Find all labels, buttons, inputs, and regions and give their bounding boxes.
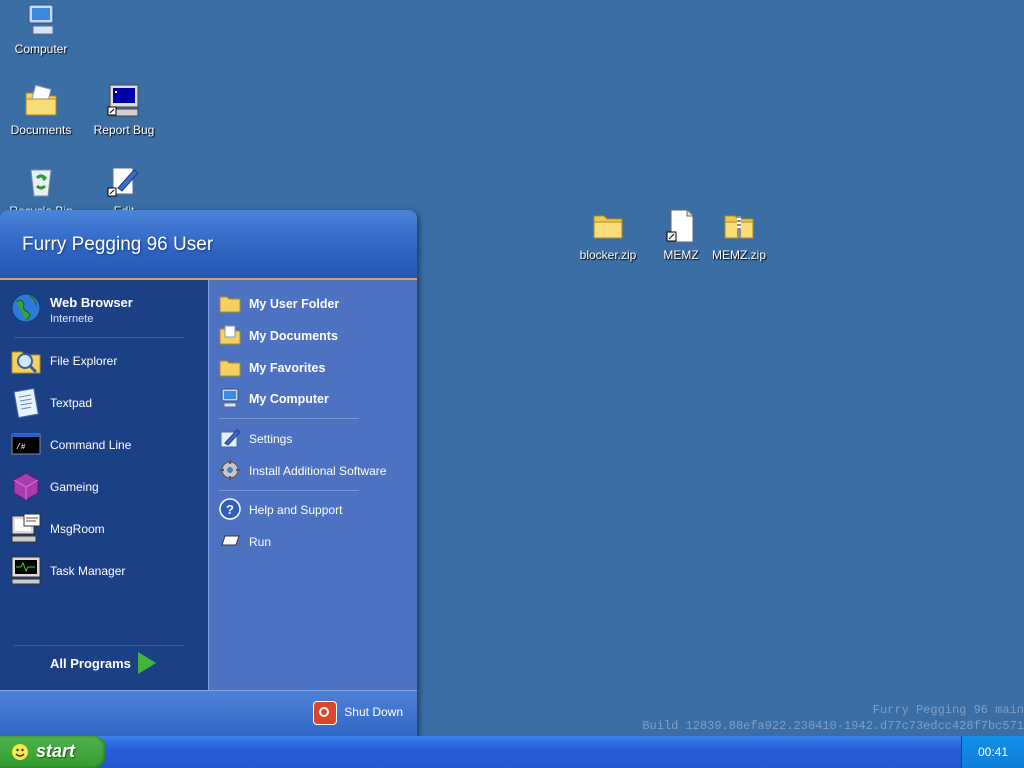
menu-item-task-manager[interactable]: Task Manager <box>10 554 200 590</box>
menu-item-my-computer[interactable]: My Computer <box>219 387 409 411</box>
system-tray-clock[interactable]: 00:41 <box>961 736 1024 768</box>
menu-item-label: File Explorer <box>50 354 118 368</box>
arrow-right-icon <box>138 652 156 674</box>
desktop-icon-label: Report Bug <box>93 123 155 137</box>
desktop-icon-label: Documents <box>10 123 72 137</box>
folder-icon <box>219 292 241 314</box>
globe-icon <box>10 292 42 324</box>
menu-item-my-favorites[interactable]: My Favorites <box>219 356 409 380</box>
all-programs-label: All Programs <box>50 656 131 671</box>
settings-icon <box>219 427 241 449</box>
build-watermark: Furry Pegging 96 main Build 12839.88efa9… <box>642 702 1024 734</box>
file-explorer-icon <box>10 344 42 376</box>
menu-item-run[interactable]: Run <box>219 530 409 554</box>
chat-computer-icon <box>10 512 42 544</box>
edit-icon <box>106 164 142 200</box>
start-label: start <box>36 741 76 761</box>
menu-item-label: My Documents <box>249 329 338 343</box>
menu-item-label: Install Additional Software <box>249 464 387 478</box>
desktop-icon-label: blocker.zip <box>579 248 637 262</box>
menu-item-label: Run <box>249 535 272 549</box>
shutdown-label: Shut Down <box>344 705 403 720</box>
separator <box>14 337 184 338</box>
power-icon <box>312 701 337 725</box>
separator <box>14 645 184 646</box>
svg-text:?: ? <box>226 502 234 517</box>
menu-item-install-software[interactable]: Install Additional Software <box>219 459 409 483</box>
start-menu-footer: Shut Down <box>0 690 417 736</box>
separator <box>219 418 359 419</box>
menu-item-label: My Favorites <box>249 361 326 375</box>
start-menu-places-pane: My User Folder My Documents My Favorites… <box>208 280 417 690</box>
menu-item-label: Task Manager <box>50 564 126 578</box>
computer-icon <box>219 387 241 409</box>
clock: 00:41 <box>977 745 1009 759</box>
desktop-icon-label: Computer <box>14 42 68 56</box>
menu-item-gameing[interactable]: Gameing <box>10 470 200 506</box>
recycle-bin-icon <box>23 164 59 200</box>
menu-item-label: Textpad <box>50 396 93 410</box>
run-icon <box>219 530 241 552</box>
menu-item-label: Gameing <box>50 480 99 494</box>
menu-item-web-browser[interactable]: Web Browser Internete <box>10 292 200 328</box>
documents-icon <box>219 324 241 346</box>
documents-folder-icon <box>23 83 59 119</box>
start-menu-header: Furry Pegging 96 User <box>0 210 417 280</box>
watermark-line-1: Furry Pegging 96 main <box>872 703 1024 717</box>
menu-item-label: My User Folder <box>249 297 340 311</box>
menu-item-textpad[interactable]: Textpad <box>10 386 200 422</box>
menu-item-msgroom[interactable]: MsgRoom <box>10 512 200 548</box>
menu-item-file-explorer[interactable]: File Explorer <box>10 344 200 380</box>
separator <box>219 490 359 491</box>
menu-item-label: Help and Support <box>249 503 343 517</box>
menu-item-sublabel: Internete <box>50 313 94 325</box>
report-bug-icon <box>106 83 142 119</box>
menu-item-help-support[interactable]: ? Help and Support <box>219 498 409 522</box>
folder-icon <box>219 356 241 378</box>
monitor-pulse-icon <box>10 554 42 586</box>
start-button[interactable]: start <box>0 736 106 768</box>
menu-item-my-user-folder[interactable]: My User Folder <box>219 292 409 316</box>
menu-item-label: My Computer <box>249 392 329 406</box>
start-menu-body: Web Browser Internete File Explorer Text… <box>0 280 417 690</box>
menu-item-settings[interactable]: Settings <box>219 427 409 451</box>
folder-icon <box>590 208 626 244</box>
watermark-line-2: Build 12839.88efa922.230410-1942.d77c73e… <box>642 719 1024 733</box>
menu-item-label: Command Line <box>50 438 132 452</box>
zip-folder-icon <box>721 208 757 244</box>
desktop-icon-documents[interactable]: Documents <box>1 83 81 137</box>
computer-icon <box>23 2 59 38</box>
help-icon: ? <box>219 498 241 520</box>
desktop-icon-report-bug[interactable]: Report Bug <box>84 83 164 137</box>
desktop-icon-blocker-zip[interactable]: blocker.zip <box>568 208 648 262</box>
cube-icon <box>10 470 42 502</box>
menu-item-label: MsgRoom <box>50 522 105 536</box>
shutdown-button[interactable]: Shut Down <box>312 701 403 725</box>
svg-text:/#: /# <box>16 443 26 452</box>
desktop-icon-computer[interactable]: Computer <box>1 2 81 56</box>
menu-item-label: Web Browser <box>50 295 133 310</box>
menu-item-command-line[interactable]: /# Command Line <box>10 428 200 464</box>
desktop-icon-memz-zip[interactable]: MEMZ.zip <box>699 208 779 262</box>
menu-item-label: Settings <box>249 432 293 446</box>
desktop-icon-label: MEMZ.zip <box>712 248 766 262</box>
smiley-logo-icon <box>12 744 28 760</box>
terminal-icon: /# <box>10 428 42 460</box>
start-menu: Furry Pegging 96 User Web Browser Intern… <box>0 210 417 736</box>
menu-item-my-documents[interactable]: My Documents <box>219 324 409 348</box>
notepad-icon <box>10 386 42 419</box>
user-name: Furry Pegging 96 User <box>22 234 214 255</box>
start-menu-programs-pane: Web Browser Internete File Explorer Text… <box>0 280 208 690</box>
taskbar: start 00:41 <box>0 736 1024 768</box>
install-icon <box>219 459 241 481</box>
file-shortcut-icon <box>663 208 699 244</box>
